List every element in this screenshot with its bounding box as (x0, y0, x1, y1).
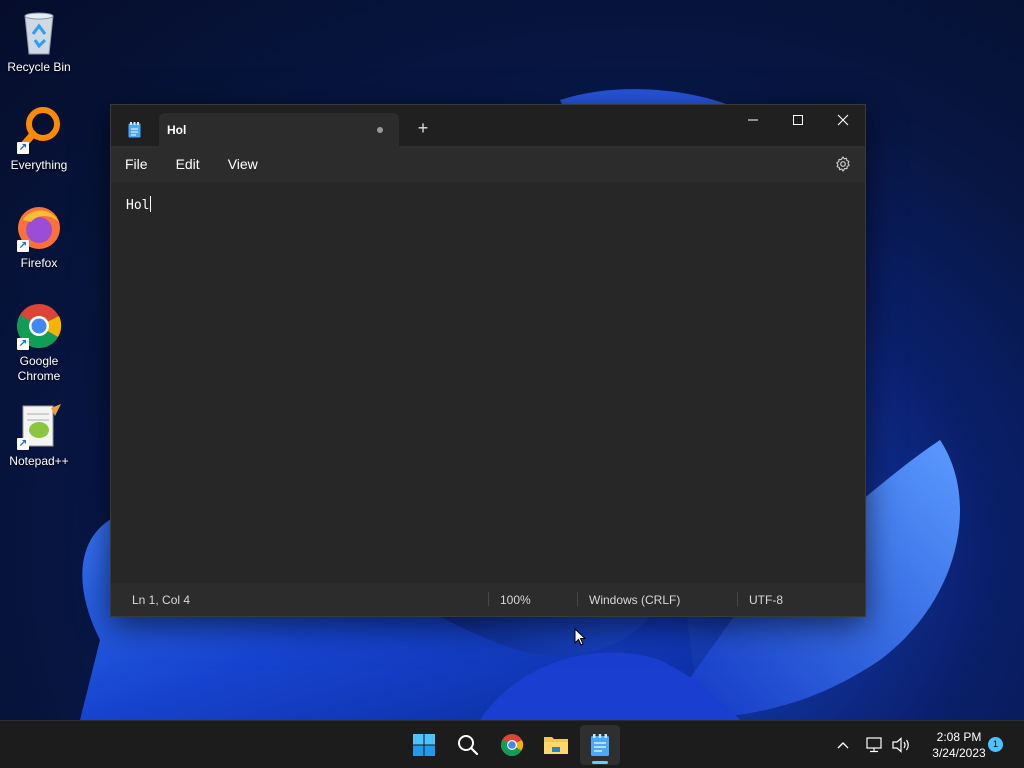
status-zoom: 100% (500, 593, 531, 607)
menu-view[interactable]: View (228, 156, 258, 172)
minimize-icon (748, 119, 758, 121)
active-app-indicator (592, 761, 608, 764)
desktop-icon-label: Everything (10, 158, 68, 172)
recycle-bin-icon (15, 8, 63, 56)
maximize-button[interactable] (775, 105, 821, 135)
status-bar: Ln 1, Col 4 100% Windows (CRLF) UTF-8 (111, 583, 865, 616)
windows-start-icon (413, 734, 435, 756)
everything-icon: ↗ (15, 106, 63, 154)
status-separator (577, 592, 578, 606)
desktop-icon-label: Recycle Bin (7, 60, 71, 74)
desktop-icon-label: Notepad++ (9, 454, 69, 468)
notepad-app-icon (128, 122, 141, 138)
text-editor[interactable]: Hol (111, 182, 865, 584)
chevron-up-icon (837, 742, 849, 749)
desktop-icon-firefox[interactable]: ↗ Firefox (1, 204, 77, 271)
tray-network-button[interactable] (866, 721, 884, 768)
menu-file[interactable]: File (125, 156, 148, 172)
desktop-icon-recycle-bin[interactable]: Recycle Bin (1, 8, 77, 75)
title-bar[interactable]: Hol + (111, 105, 865, 146)
mouse-pointer-icon (574, 627, 587, 651)
shortcut-arrow-icon: ↗ (17, 142, 29, 154)
tab-title: Hol (167, 122, 187, 137)
status-encoding: UTF-8 (749, 593, 783, 607)
shortcut-arrow-icon: ↗ (17, 438, 29, 450)
minimize-button[interactable] (730, 105, 776, 135)
tray-overflow-button[interactable] (836, 721, 850, 768)
maximize-icon (793, 115, 803, 125)
status-line-ending: Windows (CRLF) (589, 593, 681, 607)
network-icon (866, 737, 882, 753)
new-tab-button[interactable]: + (415, 119, 431, 137)
firefox-icon: ↗ (15, 204, 63, 252)
shortcut-arrow-icon: ↗ (17, 338, 29, 350)
taskbar-search-button[interactable] (448, 725, 488, 765)
tab-document[interactable]: Hol (159, 113, 399, 146)
status-cursor-position: Ln 1, Col 4 (132, 593, 191, 607)
chrome-icon (501, 734, 524, 756)
chrome-icon: ↗ (15, 302, 63, 350)
status-separator (488, 592, 489, 606)
close-icon (837, 114, 849, 126)
menu-bar: File Edit View (111, 146, 865, 182)
desktop-icon-label: Firefox (20, 256, 58, 270)
notification-badge[interactable]: 1 (988, 737, 1003, 752)
tray-volume-button[interactable] (891, 721, 911, 768)
menu-edit[interactable]: Edit (176, 156, 200, 172)
speaker-icon (892, 737, 909, 753)
notepad-plus-plus-icon: ↗ (15, 402, 63, 450)
status-separator (737, 592, 738, 606)
search-icon (458, 735, 479, 756)
settings-gear-icon[interactable] (835, 156, 851, 172)
desktop-icon-label: Google Chrome (17, 354, 61, 383)
desktop-icon-notepad-plus-plus[interactable]: ↗ Notepad++ (1, 402, 77, 469)
editor-content: Hol (126, 198, 150, 213)
taskbar-file-explorer-button[interactable] (536, 725, 576, 765)
taskbar-notepad-button[interactable] (580, 725, 620, 765)
unsaved-dot-icon[interactable] (377, 127, 383, 133)
text-caret (150, 196, 152, 212)
shortcut-arrow-icon: ↗ (17, 240, 29, 252)
notepad-icon (591, 734, 609, 756)
file-explorer-icon (544, 737, 568, 754)
taskbar-start-button[interactable] (404, 725, 444, 765)
notepad-window: Hol + File Edit View Hol Ln 1, Col 4 100… (110, 104, 866, 617)
close-button[interactable] (820, 105, 866, 135)
desktop-icon-everything[interactable]: ↗ Everything (1, 106, 77, 173)
taskbar-chrome-button[interactable] (492, 725, 532, 765)
desktop-icon-google-chrome[interactable]: ↗ Google Chrome (1, 302, 77, 384)
taskbar: 2:08 PM 3/24/2023 (0, 720, 1024, 768)
